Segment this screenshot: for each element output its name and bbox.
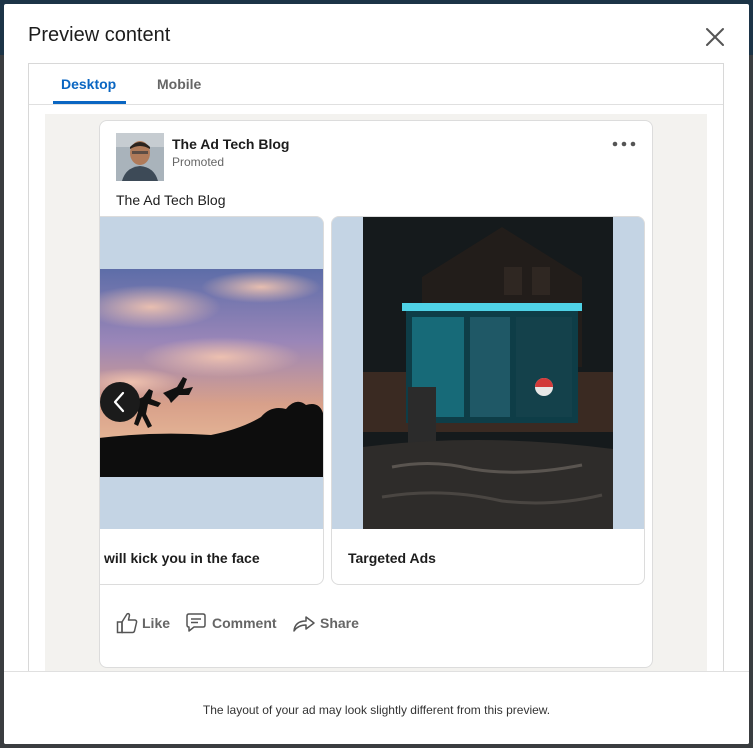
footer-disclaimer: The layout of your ad may look slightly …	[202, 703, 551, 717]
carousel-card-image	[332, 217, 644, 529]
modal-header: Preview content	[4, 4, 749, 64]
preview-frame: Desktop Mobile The Ad Tech Blog Promoted…	[28, 63, 724, 673]
tab-mobile[interactable]: Mobile	[157, 76, 201, 92]
share-icon	[293, 616, 315, 632]
comment-icon	[186, 613, 206, 632]
tab-desktop[interactable]: Desktop	[61, 76, 116, 92]
carousel-card-caption: Targeted Ads	[348, 550, 436, 566]
close-button[interactable]	[702, 24, 728, 50]
comment-label: Comment	[212, 615, 277, 631]
avatar	[116, 133, 164, 181]
sponsored-post-card: The Ad Tech Blog Promoted The Ad Tech Bl…	[99, 120, 653, 668]
carousel-prev-button[interactable]	[100, 382, 140, 422]
author-name[interactable]: The Ad Tech Blog	[172, 136, 289, 152]
carousel-card-caption: will kick you in the face	[104, 550, 260, 566]
like-button[interactable]: Like	[116, 611, 172, 635]
modal-footer: The layout of your ad may look slightly …	[4, 671, 749, 744]
avatar-photo	[116, 133, 164, 181]
carousel-card[interactable]: Targeted Ads	[331, 216, 645, 585]
promoted-label: Promoted	[172, 155, 225, 169]
like-label: Like	[142, 615, 171, 631]
close-icon	[706, 28, 724, 46]
share-button[interactable]: Share	[292, 611, 364, 635]
active-tab-indicator	[53, 101, 126, 104]
ad-carousel: will kick you in the face Targeted Ads	[100, 216, 652, 586]
bus-shelter-ad-image	[332, 217, 644, 529]
like-icon	[116, 612, 138, 634]
preview-stage[interactable]: The Ad Tech Blog Promoted The Ad Tech Bl…	[45, 114, 707, 673]
comment-button[interactable]: Comment	[184, 611, 280, 635]
modal-title: Preview content	[28, 24, 171, 46]
sunset-silhouette-image	[100, 217, 323, 529]
carousel-card-image	[100, 217, 323, 529]
device-tabs: Desktop Mobile	[29, 64, 723, 105]
preview-modal: Preview content Desktop Mobile The Ad Te…	[4, 4, 749, 744]
chevron-left-icon	[113, 391, 125, 413]
post-intro-text: The Ad Tech Blog	[116, 192, 226, 208]
more-options-button[interactable]	[610, 137, 638, 151]
more-icon	[612, 141, 636, 147]
share-label: Share	[320, 615, 359, 631]
